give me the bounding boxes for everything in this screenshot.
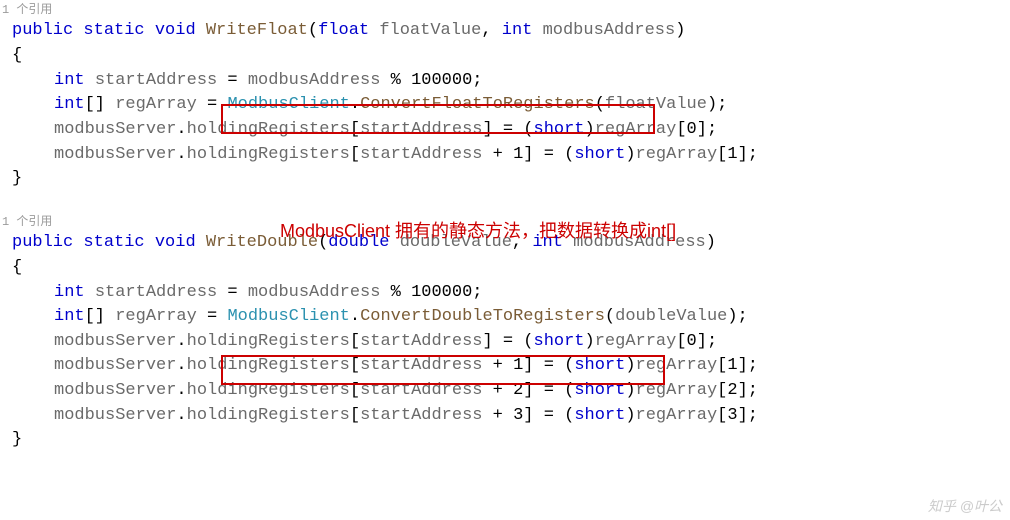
code-line: public static void WriteFloat(float floa… <box>12 19 1006 44</box>
kw-public: public <box>12 21 73 40</box>
kw-static: static <box>83 21 144 40</box>
brace-open: { <box>12 44 1006 69</box>
code-line: modbusServer.holdingRegisters[startAddre… <box>54 379 1006 404</box>
code-line: int[] regArray = ModbusClient.ConvertDou… <box>54 305 1006 330</box>
code-line: modbusServer.holdingRegisters[startAddre… <box>54 330 1006 355</box>
param-floatvalue: floatValue <box>379 21 481 40</box>
method-name: WriteFloat <box>206 21 308 40</box>
reference-count: 1 个引用 <box>2 2 1006 19</box>
code-line: modbusServer.holdingRegisters[startAddre… <box>54 404 1006 429</box>
type-float: float <box>318 21 369 40</box>
watermark: 知乎 @叶公 <box>928 496 1002 516</box>
class-name: ModbusClient <box>227 95 349 114</box>
method-call: ConvertFloatToRegisters <box>360 95 595 114</box>
code-line: int startAddress = modbusAddress % 10000… <box>54 69 1006 94</box>
brace-close: } <box>12 428 1006 453</box>
code-line: modbusServer.holdingRegisters[startAddre… <box>54 354 1006 379</box>
annotation-text: ModbusClient 拥有的静态方法，把数据转换成int[] <box>280 218 676 244</box>
type-int: int <box>502 21 533 40</box>
brace-close: } <box>12 167 1006 192</box>
code-line: modbusServer.holdingRegisters[startAddre… <box>54 118 1006 143</box>
code-line: int startAddress = modbusAddress % 10000… <box>54 281 1006 306</box>
param-addr: modbusAddress <box>543 21 676 40</box>
code-line: modbusServer.holdingRegisters[startAddre… <box>54 143 1006 168</box>
code-line: int[] regArray = ModbusClient.ConvertFlo… <box>54 93 1006 118</box>
brace-open: { <box>12 256 1006 281</box>
kw-void: void <box>155 21 196 40</box>
